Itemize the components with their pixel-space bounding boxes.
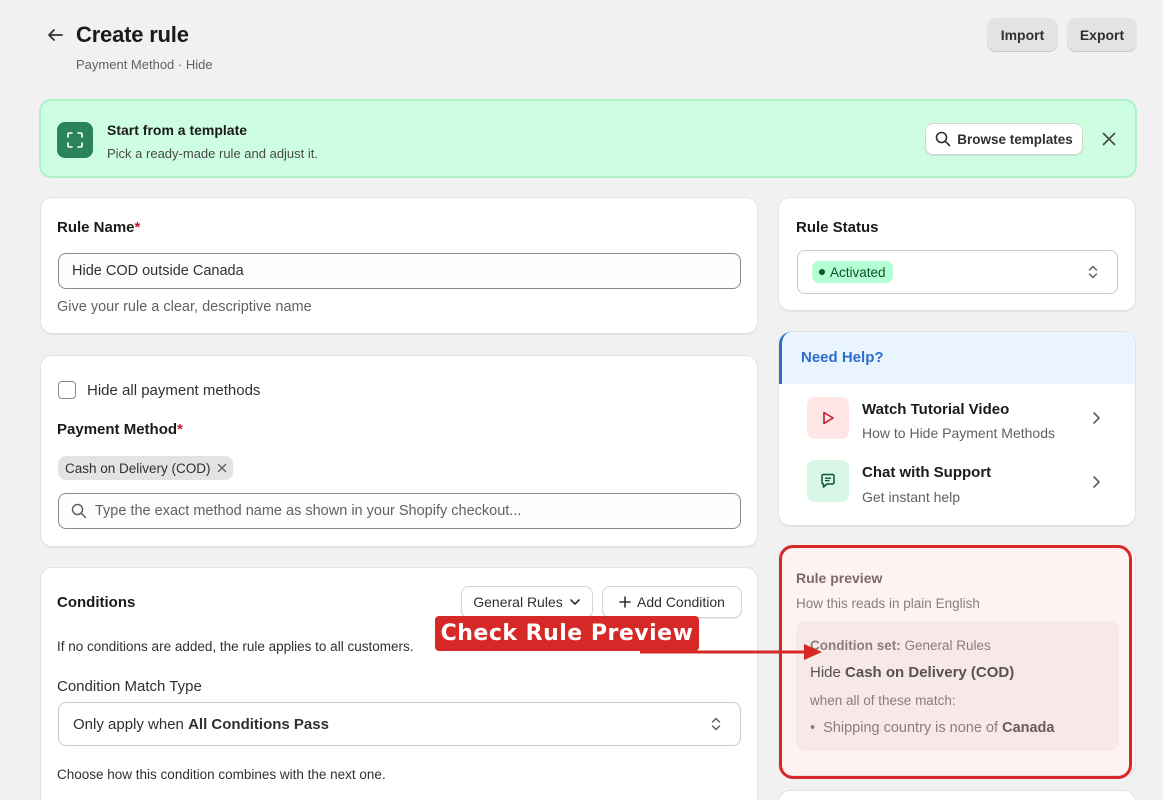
help-header: Need Help? (779, 332, 1135, 384)
preview-subtitle: How this reads in plain English (796, 596, 980, 611)
required-marker: * (134, 219, 141, 236)
conditions-card: Conditions General Rules Add Condition I… (40, 567, 758, 800)
chevron-right-icon (1093, 476, 1100, 488)
tag-remove-icon[interactable] (217, 463, 227, 473)
status-badge: Activated (812, 261, 893, 283)
search-icon (935, 131, 951, 147)
arrow-left-icon (48, 29, 63, 41)
match-type-select[interactable]: Only apply when All Conditions Pass (58, 702, 741, 746)
callout-arrow-icon (640, 644, 822, 660)
add-condition-label: Add Condition (637, 594, 725, 610)
chevron-right-icon (1093, 412, 1100, 424)
help-item-title: Chat with Support (862, 464, 992, 481)
bullet-prefix: Shipping country is none of (823, 720, 1003, 736)
general-rules-dropdown[interactable]: General Rules (461, 586, 593, 618)
rule-name-input[interactable]: Hide COD outside Canada (58, 253, 741, 289)
condition-bullet: • Shipping country is none of Canada (810, 720, 1055, 736)
conditions-title: Conditions (57, 594, 136, 611)
tag-label: Cash on Delivery (COD) (65, 460, 211, 476)
help-item-support[interactable]: Chat with Support Get instant help (779, 447, 1135, 510)
help-card: Need Help? Watch Tutorial Video How to H… (778, 331, 1136, 526)
rule-name-label: Rule Name* (57, 219, 141, 236)
payment-method-label: Payment Method* (57, 421, 183, 438)
combine-help: Choose how this condition combines with … (57, 767, 386, 782)
template-banner: Start from a template Pick a ready-made … (39, 99, 1137, 178)
bullet-value: Canada (1002, 720, 1055, 736)
add-condition-button[interactable]: Add Condition (602, 586, 742, 618)
banner-title: Start from a template (107, 122, 248, 138)
payment-method-card: Hide all payment methods Payment Method*… (40, 355, 758, 547)
play-icon (807, 397, 849, 439)
export-button[interactable]: Export (1067, 18, 1137, 52)
hide-line: Hide Cash on Delivery (COD) (810, 664, 1014, 681)
conditions-note: If no conditions are added, the rule app… (57, 639, 414, 654)
help-item-title: Watch Tutorial Video (862, 401, 1010, 418)
back-button[interactable] (40, 20, 70, 50)
close-icon[interactable] (1099, 129, 1119, 149)
chat-icon (807, 460, 849, 502)
search-icon (71, 503, 87, 519)
browse-templates-label: Browse templates (957, 131, 1073, 147)
help-item-tutorial[interactable]: Watch Tutorial Video How to Hide Payment… (779, 384, 1135, 447)
page-title: Create rule (76, 22, 189, 47)
browse-templates-button[interactable]: Browse templates (925, 123, 1083, 155)
condition-set-line: Condition set: General Rules (810, 638, 991, 653)
match-prefix: Only apply when (73, 715, 189, 733)
status-dot (819, 269, 825, 275)
when-line: when all of these match: (810, 693, 956, 708)
template-icon (57, 122, 93, 158)
import-button[interactable]: Import (987, 18, 1058, 52)
hide-all-checkbox[interactable] (58, 381, 76, 399)
payment-method-search[interactable]: Type the exact method name as shown in y… (58, 493, 741, 529)
match-type-label: Condition Match Type (57, 678, 202, 695)
help-title: Need Help? (801, 349, 884, 366)
select-arrows-icon (1088, 265, 1098, 279)
help-item-subtitle: Get instant help (862, 489, 961, 505)
chevron-down-icon (569, 599, 580, 605)
preview-title: Rule preview (796, 570, 883, 586)
help-item-subtitle: How to Hide Payment Methods (862, 425, 1055, 441)
search-placeholder: Type the exact method name as shown in y… (95, 503, 522, 519)
rule-status-label: Rule Status (796, 219, 879, 236)
rule-status-select[interactable]: Activated (797, 250, 1118, 294)
status-value: Activated (830, 264, 886, 280)
payment-method-tag: Cash on Delivery (COD) (58, 456, 233, 480)
next-card (778, 790, 1136, 800)
page-subtitle: Payment Method · Hide (76, 57, 213, 72)
match-value: All Conditions Pass (188, 715, 329, 733)
rule-name-value: Hide COD outside Canada (72, 263, 244, 279)
hide-value: Cash on Delivery (COD) (845, 664, 1015, 681)
rule-status-card: Rule Status Activated (778, 197, 1136, 311)
general-rules-label: General Rules (473, 594, 563, 610)
hide-all-label: Hide all payment methods (87, 382, 261, 399)
rule-name-card: Rule Name* Hide COD outside Canada Give … (40, 197, 758, 334)
required-marker: * (177, 421, 183, 438)
banner-subtitle: Pick a ready-made rule and adjust it. (107, 146, 318, 161)
rule-preview-card: Rule preview How this reads in plain Eng… (778, 546, 1136, 776)
plus-icon (619, 596, 631, 608)
select-arrows-icon (711, 717, 721, 731)
condition-set-value: General Rules (904, 638, 991, 653)
hide-prefix: Hide (810, 664, 846, 681)
preview-body: Condition set: General Rules Hide Cash o… (796, 621, 1119, 751)
rule-name-help: Give your rule a clear, descriptive name (57, 299, 312, 315)
